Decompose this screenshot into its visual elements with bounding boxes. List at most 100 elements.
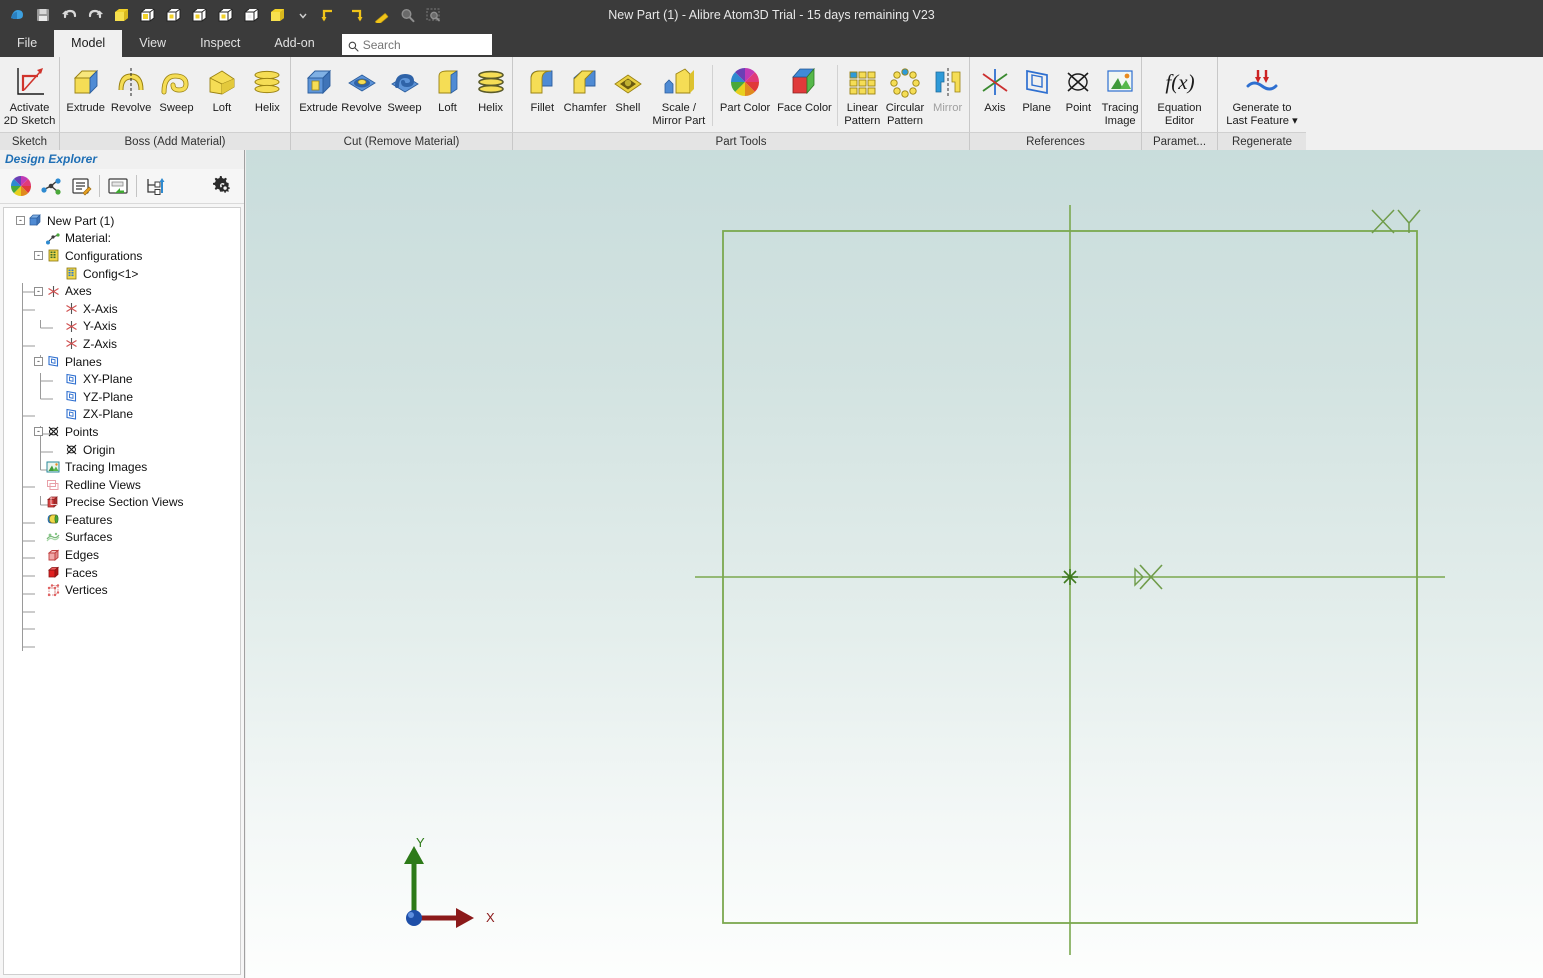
rotate-right-icon[interactable] bbox=[342, 3, 368, 27]
save-icon[interactable] bbox=[30, 3, 56, 27]
tree-node-x-axis[interactable]: X-Axis bbox=[8, 300, 240, 318]
tree-node-z-axis[interactable]: Z-Axis bbox=[8, 335, 240, 353]
node-link-icon[interactable] bbox=[36, 171, 66, 201]
view-hidden-line-removed-icon[interactable] bbox=[186, 3, 212, 27]
tree-node-origin[interactable]: Origin bbox=[8, 441, 240, 459]
tab-file[interactable]: File bbox=[0, 30, 54, 57]
tree-node-points[interactable]: - Points bbox=[8, 423, 240, 441]
tab-model[interactable]: Model bbox=[54, 30, 123, 57]
circular-pattern-button[interactable]: Circular Pattern bbox=[884, 61, 927, 129]
view-shaded-icon[interactable] bbox=[108, 3, 134, 27]
view-hidden-line-icon[interactable] bbox=[160, 3, 186, 27]
display-dropdown-icon[interactable] bbox=[290, 3, 316, 27]
cut-sweep-button[interactable]: Sweep bbox=[383, 61, 426, 129]
tree-node-edges[interactable]: Edges bbox=[8, 546, 240, 564]
view-shaded-solid-icon[interactable] bbox=[264, 3, 290, 27]
shell-button[interactable]: Shell bbox=[607, 61, 650, 129]
undo-icon[interactable] bbox=[56, 3, 82, 27]
search-input[interactable] bbox=[362, 37, 486, 52]
view-shaded-edges-icon[interactable] bbox=[212, 3, 238, 27]
part-color-button[interactable]: Part Color bbox=[715, 61, 774, 129]
cut-revolve-button[interactable]: Revolve bbox=[340, 61, 383, 129]
alibre-logo-icon[interactable] bbox=[4, 3, 30, 27]
cut-helix-label: Helix bbox=[478, 102, 503, 114]
cut-helix-icon bbox=[474, 64, 508, 100]
equation-editor-label: Equation Editor bbox=[1157, 102, 1202, 127]
axis-button[interactable]: Axis bbox=[974, 61, 1016, 129]
boss-sweep-button[interactable]: Sweep bbox=[154, 61, 199, 129]
tree-node-vertices[interactable]: Vertices bbox=[8, 581, 240, 599]
tree-node-tracing-images[interactable]: Tracing Images bbox=[8, 458, 240, 476]
tab-view[interactable]: View bbox=[122, 30, 183, 57]
tree-expander-icon[interactable]: - bbox=[16, 216, 25, 226]
tree-node-configurations[interactable]: - Configurations bbox=[8, 247, 240, 265]
tree-node-redline-views[interactable]: Redline Views bbox=[8, 476, 240, 494]
tree-node-xy-plane[interactable]: XY-Plane bbox=[8, 370, 240, 388]
ribbon-tab-bar: File Model View Inspect Add-on bbox=[0, 30, 1543, 57]
cut-helix-button[interactable]: Helix bbox=[469, 61, 512, 129]
tree-node-precise-section-views[interactable]: Precise Section Views bbox=[8, 494, 240, 512]
settings-gears-icon[interactable] bbox=[208, 171, 238, 201]
cut-loft-icon bbox=[431, 64, 465, 100]
scale-mirror-part-button[interactable]: Scale / Mirror Part bbox=[649, 61, 708, 129]
tree-node-zx-plane[interactable]: ZX-Plane bbox=[8, 406, 240, 424]
cut-extrude-button[interactable]: Extrude bbox=[297, 61, 340, 129]
circular-pattern-icon bbox=[888, 64, 922, 100]
tracing-image-button[interactable]: Tracing Image bbox=[1099, 61, 1141, 129]
sketch-canvas[interactable]: Y X bbox=[246, 150, 1543, 978]
mirror-button[interactable]: Mirror bbox=[926, 61, 969, 129]
boss-loft-button[interactable]: Loft bbox=[199, 61, 244, 129]
linear-pattern-label: Linear Pattern bbox=[844, 102, 881, 127]
tree-node-surfaces[interactable]: Surfaces bbox=[8, 529, 240, 547]
search-box[interactable] bbox=[341, 34, 492, 55]
export-note-icon[interactable] bbox=[103, 171, 133, 201]
design-explorer-tree[interactable]: - New Part (1) Material: - Configurations Con… bbox=[3, 207, 241, 975]
measure-icon[interactable] bbox=[368, 3, 394, 27]
point-button[interactable]: Point bbox=[1058, 61, 1100, 129]
tree-expander-icon[interactable]: - bbox=[34, 251, 43, 261]
zoom-window-icon[interactable] bbox=[420, 3, 446, 27]
tree-node-y-axis[interactable]: Y-Axis bbox=[8, 318, 240, 336]
boss-revolve-button[interactable]: Revolve bbox=[108, 61, 153, 129]
tree-node-features[interactable]: Features bbox=[8, 511, 240, 529]
fillet-button[interactable]: Fillet bbox=[521, 61, 564, 129]
linear-pattern-button[interactable]: Linear Pattern bbox=[841, 61, 884, 129]
tree-node-faces[interactable]: Faces bbox=[8, 564, 240, 582]
plane-node-icon bbox=[63, 372, 79, 387]
chamfer-button[interactable]: Chamfer bbox=[564, 61, 607, 129]
cut-revolve-icon bbox=[345, 64, 379, 100]
plane-button[interactable]: Plane bbox=[1016, 61, 1058, 129]
tree-node-label: Planes bbox=[65, 354, 102, 369]
tab-addon[interactable]: Add-on bbox=[257, 30, 331, 57]
tree-node-new-part-1[interactable]: - New Part (1) bbox=[8, 212, 240, 230]
tree-node-label: YZ-Plane bbox=[83, 389, 134, 404]
equation-editor-button[interactable]: f(x) Equation Editor bbox=[1145, 61, 1215, 129]
generate-to-last-feature-button[interactable]: Generate to Last Feature ▾ bbox=[1219, 61, 1305, 129]
zoom-icon[interactable] bbox=[394, 3, 420, 27]
tree-node-yz-plane[interactable]: YZ-Plane bbox=[8, 388, 240, 406]
origin-icon bbox=[63, 442, 79, 457]
redo-icon[interactable] bbox=[82, 3, 108, 27]
face-color-button[interactable]: Face Color bbox=[775, 61, 834, 129]
view-wireframe-icon[interactable] bbox=[134, 3, 160, 27]
edit-list-icon[interactable] bbox=[66, 171, 96, 201]
tree-node-material[interactable]: Material: bbox=[8, 230, 240, 248]
tree-node-axes[interactable]: - Axes bbox=[8, 282, 240, 300]
tree-expander-icon[interactable]: - bbox=[34, 286, 43, 296]
tree-expander-icon[interactable]: - bbox=[34, 357, 43, 367]
plane-node-icon bbox=[63, 389, 79, 404]
tree-expander-icon[interactable]: - bbox=[34, 427, 43, 437]
tree-node-config-1[interactable]: Config<1> bbox=[8, 265, 240, 283]
3d-viewport[interactable]: Y X bbox=[246, 150, 1543, 978]
rotate-left-icon[interactable] bbox=[316, 3, 342, 27]
collapse-tree-icon[interactable] bbox=[140, 171, 170, 201]
boss-revolve-label: Revolve bbox=[110, 102, 152, 114]
boss-helix-button[interactable]: Helix bbox=[245, 61, 290, 129]
view-transparent-icon[interactable] bbox=[238, 3, 264, 27]
tab-inspect[interactable]: Inspect bbox=[183, 30, 257, 57]
cut-loft-button[interactable]: Loft bbox=[426, 61, 469, 129]
tree-node-planes[interactable]: - Planes bbox=[8, 353, 240, 371]
activate-2d-sketch-button[interactable]: Activate 2D Sketch bbox=[0, 61, 59, 129]
boss-extrude-button[interactable]: Extrude bbox=[63, 61, 108, 129]
color-wheel-icon[interactable] bbox=[6, 171, 36, 201]
